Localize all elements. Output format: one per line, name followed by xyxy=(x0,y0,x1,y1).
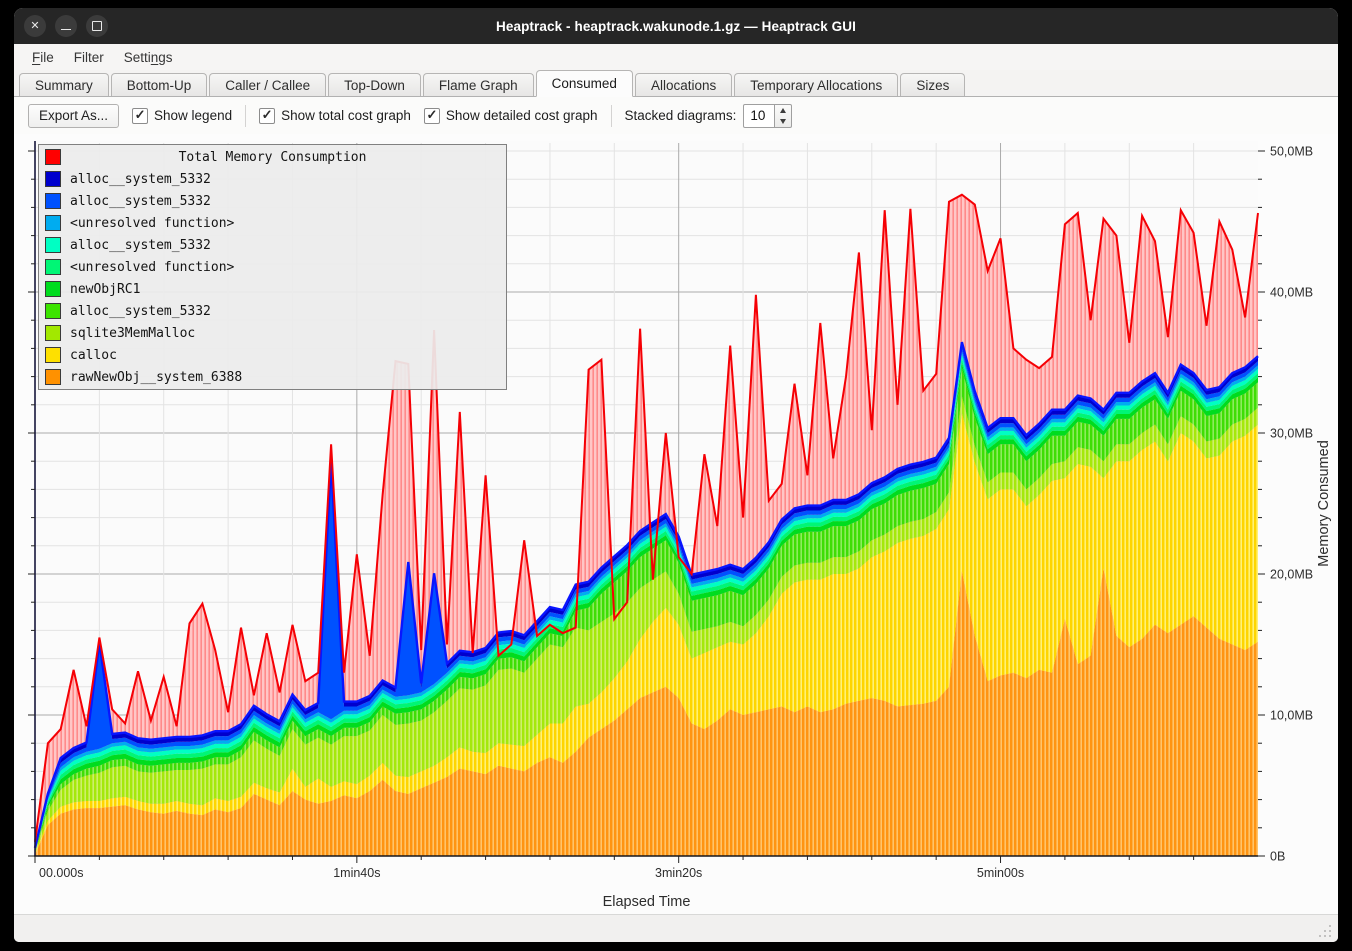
y-tick-label: 30,0MB xyxy=(1270,427,1313,441)
x-axis-title: Elapsed Time xyxy=(603,894,691,910)
legend-item: <unresolved function> xyxy=(39,256,506,278)
legend-label: sqlite3MemMalloc xyxy=(70,326,195,341)
minimize-icon[interactable] xyxy=(55,15,77,37)
menu-filter[interactable]: Filter xyxy=(64,44,114,70)
tab-sizes[interactable]: Sizes xyxy=(900,73,965,96)
spin-down-icon[interactable] xyxy=(775,116,791,127)
legend-swatch xyxy=(45,215,61,231)
stacked-diagrams-label: Stacked diagrams: xyxy=(625,108,737,123)
legend-item: calloc xyxy=(39,344,506,366)
legend-label: newObjRC1 xyxy=(70,282,140,297)
legend-item: alloc__system_5332 xyxy=(39,190,506,212)
menu-settings[interactable]: Settings xyxy=(114,44,183,70)
tab-temporary-allocations[interactable]: Temporary Allocations xyxy=(734,73,898,96)
maximize-icon[interactable] xyxy=(86,15,108,37)
x-tick-label: 5min00s xyxy=(977,866,1024,880)
tab-flame-graph[interactable]: Flame Graph xyxy=(423,73,534,96)
y-tick-label: 50,0MB xyxy=(1270,145,1313,159)
legend-swatch xyxy=(45,193,61,209)
legend-item: rawNewObj__system_6388 xyxy=(39,366,506,388)
y-axis-title: Memory Consumed xyxy=(1316,440,1332,567)
checkbox-show-total-cost-graph[interactable]: ✓ Show total cost graph xyxy=(259,108,411,124)
stacked-diagrams-spinbox: 10 xyxy=(743,104,792,128)
checkbox-label: Show detailed cost graph xyxy=(446,108,598,123)
legend-label: alloc__system_5332 xyxy=(70,194,211,209)
consumed-chart: 0B 10,0MB 20,0MB 30,0MB 40,0MB 50,0MB 00.000s 1… xyxy=(14,134,1338,914)
legend-swatch xyxy=(45,237,61,253)
legend-title-row: Total Memory Consumption xyxy=(39,146,506,168)
legend-label: <unresolved function> xyxy=(70,216,234,231)
legend-swatch xyxy=(45,369,61,385)
checkmark-icon: ✓ xyxy=(424,108,440,124)
toolbar-separator xyxy=(245,105,246,127)
resize-grip[interactable] xyxy=(1319,925,1331,937)
tab-allocations[interactable]: Allocations xyxy=(635,73,732,96)
screen: { "window": { "title": "Heaptrack - heap… xyxy=(0,0,1352,951)
checkmark-icon: ✓ xyxy=(132,108,148,124)
checkbox-show-legend[interactable]: ✓ Show legend xyxy=(132,108,232,124)
legend-swatch xyxy=(45,171,61,187)
menu-file[interactable]: File xyxy=(22,44,64,70)
legend-swatch xyxy=(45,149,61,165)
legend-item: alloc__system_5332 xyxy=(39,168,506,190)
legend-swatch xyxy=(45,303,61,319)
stacked-diagrams-value[interactable]: 10 xyxy=(743,104,775,128)
checkbox-label: Show legend xyxy=(154,108,232,123)
legend-item: alloc__system_5332 xyxy=(39,234,506,256)
tab-caller-callee[interactable]: Caller / Callee xyxy=(209,73,326,96)
checkbox-label: Show total cost graph xyxy=(281,108,411,123)
app-window: ✕ Heaptrack - heaptrack.wakunode.1.gz — … xyxy=(14,8,1338,942)
window-footer xyxy=(14,914,1338,942)
legend-item: newObjRC1 xyxy=(39,278,506,300)
spin-up-icon[interactable] xyxy=(775,105,791,116)
tab-summary[interactable]: Summary xyxy=(19,73,109,96)
legend-item: alloc__system_5332 xyxy=(39,300,506,322)
x-tick-label: 1min40s xyxy=(333,866,380,880)
y-tick-label: 0B xyxy=(1270,850,1285,864)
legend-swatch xyxy=(45,281,61,297)
export-as-button[interactable]: Export As... xyxy=(28,104,119,128)
chart-legend: Total Memory Consumption alloc__system_53… xyxy=(38,144,507,390)
tab-top-down[interactable]: Top-Down xyxy=(328,73,421,96)
y-tick-label: 20,0MB xyxy=(1270,568,1313,582)
title-bar[interactable]: ✕ Heaptrack - heaptrack.wakunode.1.gz — … xyxy=(14,8,1338,44)
legend-label: alloc__system_5332 xyxy=(70,238,211,253)
window-controls: ✕ xyxy=(24,15,108,37)
legend-label: alloc__system_5332 xyxy=(70,304,211,319)
tab-bar: SummaryBottom-UpCaller / CalleeTop-DownF… xyxy=(14,70,1338,97)
menu-bar: FileFilterSettings xyxy=(14,44,1338,70)
close-icon[interactable]: ✕ xyxy=(24,15,46,37)
tab-bottom-up[interactable]: Bottom-Up xyxy=(111,73,208,96)
legend-item: sqlite3MemMalloc xyxy=(39,322,506,344)
toolbar-separator xyxy=(611,105,612,127)
x-tick-label: 00.000s xyxy=(39,866,83,880)
legend-swatch xyxy=(45,347,61,363)
checkmark-icon: ✓ xyxy=(259,108,275,124)
tab-consumed[interactable]: Consumed xyxy=(536,70,633,97)
legend-swatch xyxy=(45,325,61,341)
legend-label: rawNewObj__system_6388 xyxy=(70,370,242,385)
x-tick-label: 3min20s xyxy=(655,866,702,880)
y-tick-label: 40,0MB xyxy=(1270,286,1313,300)
legend-swatch xyxy=(45,259,61,275)
legend-label: calloc xyxy=(70,348,117,363)
window-title: Heaptrack - heaptrack.wakunode.1.gz — He… xyxy=(496,19,856,34)
checkbox-show-detailed-cost-graph[interactable]: ✓ Show detailed cost graph xyxy=(424,108,598,124)
legend-label: alloc__system_5332 xyxy=(70,172,211,187)
y-tick-label: 10,0MB xyxy=(1270,709,1313,723)
legend-label: <unresolved function> xyxy=(70,260,234,275)
legend-item: <unresolved function> xyxy=(39,212,506,234)
legend-label: Total Memory Consumption xyxy=(70,150,506,165)
toolbar: Export As... ✓ Show legend ✓ Show total co… xyxy=(14,97,1338,134)
